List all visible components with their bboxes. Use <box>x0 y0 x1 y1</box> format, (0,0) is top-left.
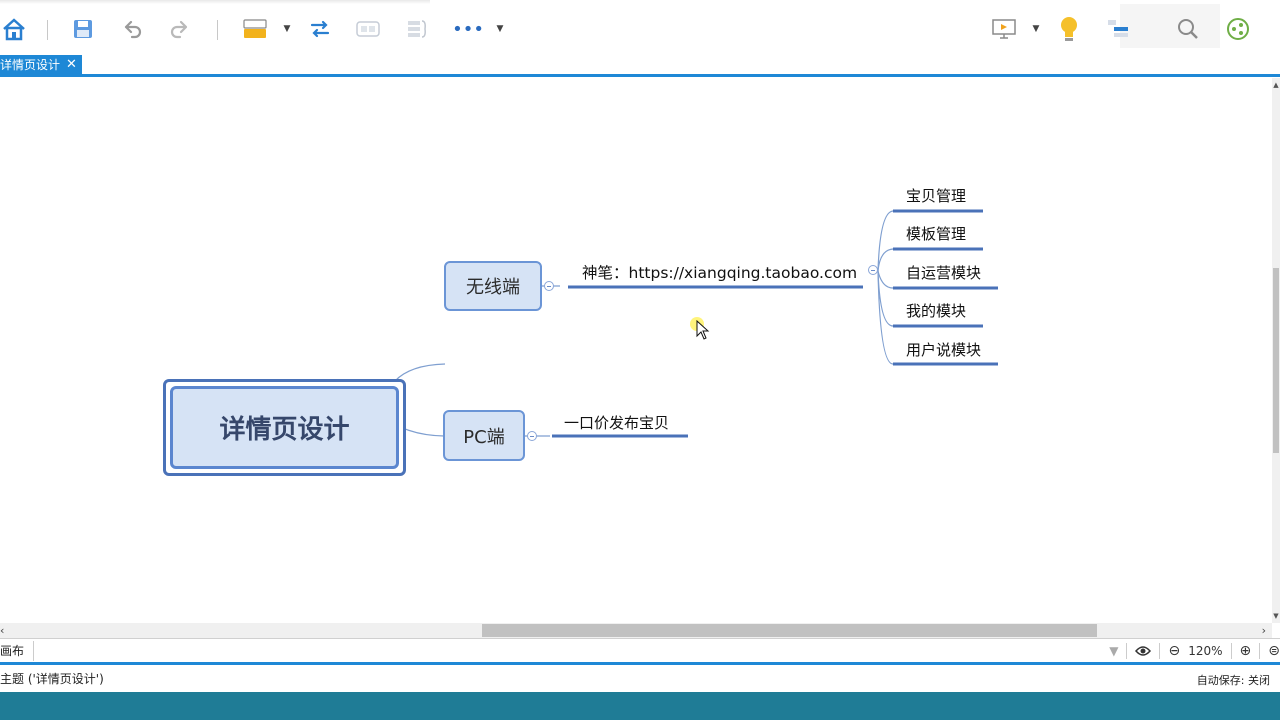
redo-icon[interactable] <box>166 12 194 46</box>
scroll-left-icon[interactable]: ‹ <box>0 623 4 638</box>
topic-pc-label: PC端 <box>463 426 505 448</box>
outline-icon[interactable] <box>1104 12 1132 46</box>
subtopic-item[interactable]: 用户说模块 <box>906 339 981 360</box>
status-selection: 主题 ('详情页设计') <box>0 672 104 686</box>
status-autosave[interactable]: 自动保存: 关闭 <box>1197 672 1270 688</box>
toolbar-separator <box>47 20 48 40</box>
scroll-up-icon[interactable]: ▲ <box>1272 80 1280 90</box>
chevron-down-icon[interactable]: ▼ <box>495 12 505 46</box>
presentation-icon[interactable] <box>990 12 1018 46</box>
subtopic-shenbi[interactable]: 神笔：https://xiangqing.taobao.com <box>582 261 857 283</box>
horizontal-scroll-thumb[interactable] <box>482 624 1097 637</box>
save-icon[interactable] <box>70 12 96 46</box>
idea-icon[interactable] <box>1057 12 1081 46</box>
scroll-down-icon[interactable]: ▼ <box>1272 611 1280 621</box>
subtopic-item[interactable]: 模板管理 <box>906 223 966 244</box>
document-tab-bar: 详情页设计 ✕ <box>0 55 1280 77</box>
zoom-in-icon[interactable]: ⊕ <box>1240 643 1252 659</box>
home-icon[interactable] <box>0 12 28 46</box>
zoom-level[interactable]: 120% <box>1188 644 1222 658</box>
menu-icon[interactable]: ⊜ <box>1268 643 1280 659</box>
chevron-down-icon[interactable]: ▼ <box>1031 12 1041 46</box>
menu-bar-partial <box>0 0 430 4</box>
subtopic-item[interactable]: 我的模块 <box>906 300 966 321</box>
tab-label: 详情页设计 <box>0 58 61 72</box>
collapse-mobile-icon[interactable] <box>544 281 554 291</box>
horizontal-scrollbar[interactable]: ‹ › <box>0 623 1272 638</box>
search-icon[interactable] <box>1174 12 1202 46</box>
separator <box>1159 643 1161 659</box>
xmind-window: ▼ ••• ▼ ▼ 详情页设计 ✕ 详情页设计 无线端 神笔：https://x… <box>0 0 1280 720</box>
watermark-overlay <box>1120 4 1220 48</box>
close-icon[interactable]: ✕ <box>66 55 77 75</box>
topic-mobile[interactable]: 无线端 <box>444 261 542 311</box>
subtopic-item[interactable]: 自运营模块 <box>906 262 981 283</box>
zoom-out-icon[interactable]: ⊖ <box>1168 643 1180 659</box>
separator <box>1230 643 1232 659</box>
more-icon[interactable]: ••• <box>452 12 484 46</box>
mindmap-canvas[interactable]: 详情页设计 无线端 神笔：https://xiangqing.taobao.co… <box>0 78 1272 623</box>
vertical-scroll-thumb[interactable] <box>1273 268 1279 453</box>
topic-mobile-label: 无线端 <box>466 277 520 298</box>
separator <box>1126 643 1128 659</box>
chevron-down-icon[interactable]: ▼ <box>282 12 292 46</box>
mouse-pointer-icon <box>696 320 710 340</box>
connector-lines <box>363 209 998 438</box>
scroll-right-icon[interactable]: › <box>1262 623 1266 638</box>
undo-icon[interactable] <box>118 12 146 46</box>
central-topic-label: 详情页设计 <box>170 386 399 469</box>
bottom-taskbar-band <box>0 692 1280 720</box>
filter-icon[interactable]: ▼ <box>1109 644 1118 658</box>
toolbar-separator <box>217 20 218 40</box>
subtopic-pc-child[interactable]: 一口价发布宝贝 <box>564 412 669 433</box>
zoom-controls: ▼ ⊖ 120% ⊕ ⊜ <box>1109 641 1280 661</box>
collapse-shenbi-icon[interactable] <box>868 265 878 275</box>
status-bar: 主题 ('详情页设计') 自动保存: 关闭 <box>0 662 1280 692</box>
summary-icon[interactable] <box>404 12 430 46</box>
tab-document[interactable]: 详情页设计 ✕ <box>0 55 82 75</box>
relationship-icon[interactable] <box>306 12 334 46</box>
eye-icon[interactable] <box>1135 645 1152 657</box>
share-icon[interactable] <box>1224 12 1252 46</box>
collapse-pc-icon[interactable] <box>527 431 537 441</box>
separator <box>1259 643 1261 659</box>
sheet-tab[interactable]: 画布 1 <box>0 641 34 678</box>
topic-pc[interactable]: PC端 <box>443 410 525 461</box>
toolbar: ▼ ••• ▼ ▼ <box>0 0 1280 58</box>
subtopic-item[interactable]: 宝贝管理 <box>906 185 966 206</box>
topic-icon[interactable] <box>242 12 268 46</box>
central-topic[interactable]: 详情页设计 <box>163 379 406 476</box>
sheet-bar: 画布 1 ▼ ⊖ 120% ⊕ ⊜ <box>0 638 1280 678</box>
vertical-scrollbar[interactable]: ▲ ▼ <box>1272 78 1280 623</box>
boundary-icon[interactable] <box>354 12 382 46</box>
